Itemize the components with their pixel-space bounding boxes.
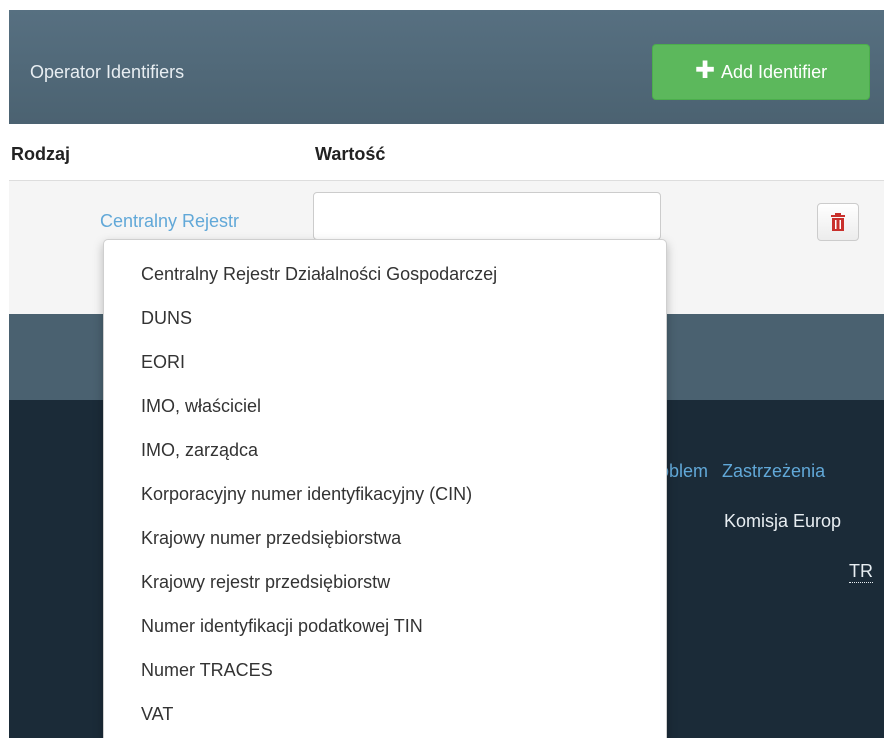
column-header-type: Rodzaj xyxy=(11,144,71,164)
dropdown-option[interactable]: Centralny Rejestr Działalności Gospodarc… xyxy=(104,252,666,296)
identifier-value-input[interactable] xyxy=(313,192,661,240)
dropdown-option[interactable]: VAT xyxy=(104,692,666,736)
add-identifier-button[interactable]: ✚ Add Identifier xyxy=(652,44,870,100)
dropdown-option[interactable]: Numer TRACES xyxy=(104,648,666,692)
footer-link-disclaimer[interactable]: Zastrzeżenia xyxy=(722,461,825,481)
add-identifier-label: Add Identifier xyxy=(721,61,828,82)
dropdown-option[interactable]: Krajowy numer przedsiębiorstwa xyxy=(104,516,666,560)
delete-button[interactable] xyxy=(817,203,859,241)
page: Operator Identifiers ✚ Add Identifier Ro… xyxy=(0,0,884,738)
panel-title: Operator Identifiers xyxy=(30,62,185,82)
trash-icon xyxy=(831,213,845,231)
dropdown-option[interactable]: IMO, zarządca xyxy=(104,428,666,472)
dropdown-option[interactable]: Krajowy rejestr przedsiębiorstw xyxy=(104,560,666,604)
dropdown-option[interactable]: Korporacyjny numer identyfikacyjny (CIN) xyxy=(104,472,666,516)
column-header-value: Wartość xyxy=(315,144,386,164)
left-margin xyxy=(0,0,9,738)
panel-header: Operator Identifiers ✚ Add Identifier xyxy=(9,10,884,124)
plus-icon: ✚ xyxy=(694,57,716,84)
identifier-type-dropdown: Centralny Rejestr Działalności Gospodarc… xyxy=(103,239,667,738)
dropdown-option[interactable]: IMO, właściciel xyxy=(104,384,666,428)
footer-links: oblem Zastrzeżenia xyxy=(659,461,825,482)
dropdown-option[interactable]: DUNS xyxy=(104,296,666,340)
footer-abbreviation: TR xyxy=(849,561,873,583)
dropdown-options: Centralny Rejestr Działalności Gospodarc… xyxy=(104,252,666,736)
footer-organization: Komisja Europ xyxy=(724,511,842,531)
dropdown-option[interactable]: Numer identyfikacji podatkowej TIN xyxy=(104,604,666,648)
top-margin xyxy=(0,0,884,10)
identifier-type-select[interactable]: Centralny Rejestr xyxy=(100,211,239,232)
dropdown-option[interactable]: EORI xyxy=(104,340,666,384)
